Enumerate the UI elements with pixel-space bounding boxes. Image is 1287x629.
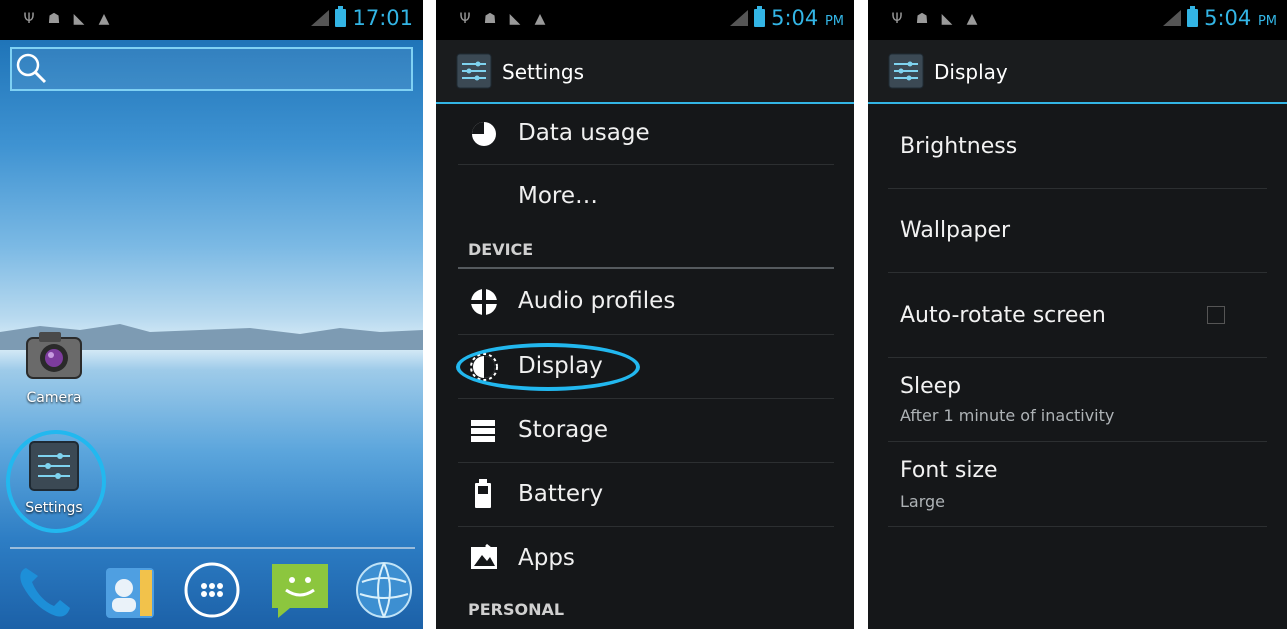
settings-icon (29, 441, 79, 491)
phone-icon[interactable] (14, 560, 74, 620)
list-item-battery[interactable]: Battery (458, 463, 834, 527)
camera-icon (26, 332, 82, 379)
settings-label: Settings (25, 500, 83, 516)
pref-brightness[interactable]: Brightness (888, 104, 1267, 189)
apps-icon (471, 543, 497, 569)
page-title: Display (934, 60, 1008, 84)
storage-icon (471, 420, 495, 442)
sd-card-icon: ◣ (509, 11, 521, 27)
camera-app[interactable]: Camera (14, 328, 94, 406)
pref-title: Auto-rotate screen (900, 303, 1106, 328)
status-bar: Ψ ☗ ◣ ▲ 5:04 PM (436, 0, 854, 40)
action-bar: Display (868, 40, 1287, 104)
home-screen: Ψ ☗ ◣ ▲ 17:01 Camera Settings (0, 0, 423, 629)
settings-app[interactable]: Settings (14, 440, 94, 516)
list-item-label: More… (518, 183, 599, 209)
camera-label: Camera (26, 390, 82, 406)
audio-profiles-icon (470, 288, 498, 316)
pie-icon (472, 122, 496, 146)
status-bar: Ψ ☗ ◣ ▲ 5:04 PM (868, 0, 1287, 40)
messaging-icon[interactable] (268, 558, 332, 618)
pref-title: Sleep (900, 374, 962, 399)
signal-icon (1163, 10, 1182, 26)
android-debug-icon: ☗ (47, 11, 61, 27)
action-bar: Settings (436, 40, 854, 104)
signal-icon (730, 10, 749, 26)
list-item-label: Storage (518, 417, 608, 443)
contacts-icon[interactable] (100, 560, 160, 620)
dock-divider (10, 547, 415, 549)
pref-wallpaper[interactable]: Wallpaper (888, 189, 1267, 273)
list-item-label: Apps (518, 545, 575, 571)
list-item-audio-profiles[interactable]: Audio profiles (458, 270, 834, 335)
battery-charging-icon (1187, 6, 1199, 27)
warning-icon: ▲ (966, 11, 978, 27)
app-drawer-icon[interactable] (182, 560, 242, 620)
battery-charging-icon (335, 6, 347, 27)
list-item-label: Battery (518, 481, 604, 507)
settings-icon[interactable] (888, 53, 924, 89)
signal-icon (311, 10, 330, 26)
battery-charging-icon (754, 6, 766, 27)
pref-summary: After 1 minute of inactivity (900, 406, 1115, 425)
settings-screen: Ψ ☗ ◣ ▲ 5:04 PM Settings Data usage More… (436, 0, 854, 629)
search-icon[interactable] (14, 51, 50, 87)
browser-globe-icon[interactable] (354, 560, 414, 620)
section-header-device: DEVICE (468, 240, 534, 259)
pref-title: Wallpaper (900, 218, 1011, 243)
list-item-label: Audio profiles (518, 288, 676, 314)
section-divider (458, 267, 834, 269)
dock (0, 556, 423, 626)
display-settings-screen: Ψ ☗ ◣ ▲ 5:04 PM Display Brightness Wallp… (868, 0, 1287, 629)
pref-auto-rotate[interactable]: Auto-rotate screen (888, 273, 1267, 358)
auto-rotate-checkbox[interactable] (1207, 306, 1225, 324)
pref-title: Font size (900, 458, 998, 483)
list-item-data-usage[interactable]: Data usage (458, 104, 834, 165)
status-clock: 5:04 PM (771, 6, 844, 30)
sd-card-icon: ◣ (941, 11, 953, 27)
status-bar: Ψ ☗ ◣ ▲ 17:01 (0, 0, 423, 40)
pref-summary: Large (900, 492, 946, 511)
settings-icon[interactable] (456, 53, 492, 89)
pref-title: Brightness (900, 134, 1018, 159)
warning-icon: ▲ (98, 11, 110, 27)
pref-sleep[interactable]: Sleep After 1 minute of inactivity (888, 358, 1267, 442)
list-item-more[interactable]: More… (458, 165, 834, 228)
list-item-storage[interactable]: Storage (458, 399, 834, 463)
status-clock: 5:04 PM (1204, 6, 1277, 30)
status-clock: 17:01 (352, 6, 413, 30)
sd-card-icon: ◣ (73, 11, 85, 27)
search-bar[interactable] (10, 47, 413, 91)
android-debug-icon: ☗ (915, 11, 929, 27)
usb-icon: Ψ (23, 11, 35, 27)
usb-icon: Ψ (459, 11, 471, 27)
section-header-personal: PERSONAL (468, 600, 565, 619)
display-highlight-ellipse (456, 343, 640, 391)
list-item-label: Data usage (518, 120, 650, 146)
list-item-apps[interactable]: Apps (458, 527, 834, 587)
battery-icon (475, 479, 491, 508)
page-title: Settings (502, 60, 585, 84)
android-debug-icon: ☗ (483, 11, 497, 27)
pref-font-size[interactable]: Font size Large (888, 442, 1267, 527)
usb-icon: Ψ (891, 11, 903, 27)
warning-icon: ▲ (534, 11, 546, 27)
